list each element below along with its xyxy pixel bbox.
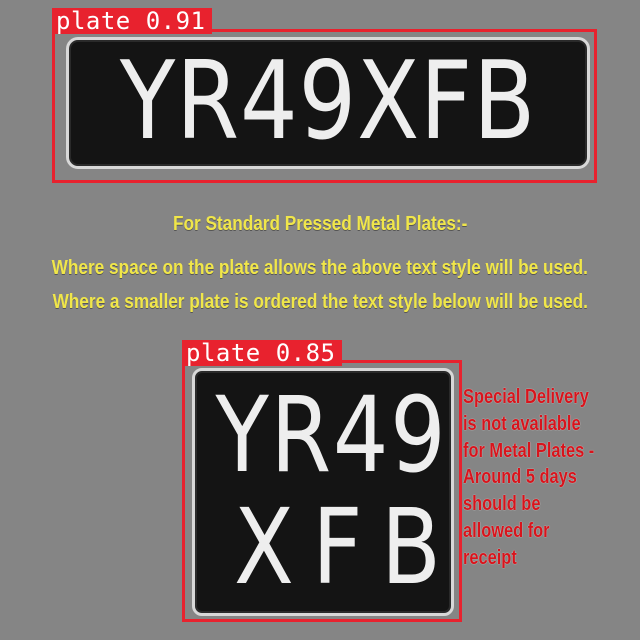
notice-line: is not available xyxy=(463,412,581,435)
detection-label-plate-bottom: plate 0.85 xyxy=(182,340,342,366)
caption-line-2: Where a smaller plate is ordered the tex… xyxy=(52,291,588,313)
notice-line: for Metal Plates - xyxy=(463,439,595,462)
notice-line: should be xyxy=(463,493,541,516)
detection-box-plate-top xyxy=(52,29,597,183)
detection-box-plate-bottom xyxy=(182,360,462,622)
caption-heading: For Standard Pressed Metal Plates:- xyxy=(172,213,468,235)
detection-label-plate-top: plate 0.91 xyxy=(52,8,212,34)
delivery-notice: Special Delivery is not available for Me… xyxy=(463,384,639,572)
notice-line: Special Delivery xyxy=(463,386,589,408)
notice-line: allowed for xyxy=(463,519,550,542)
notice-line: Around 5 days xyxy=(463,466,577,489)
caption-line-1: Where space on the plate allows the abov… xyxy=(51,257,589,279)
notice-line: receipt xyxy=(463,546,517,569)
